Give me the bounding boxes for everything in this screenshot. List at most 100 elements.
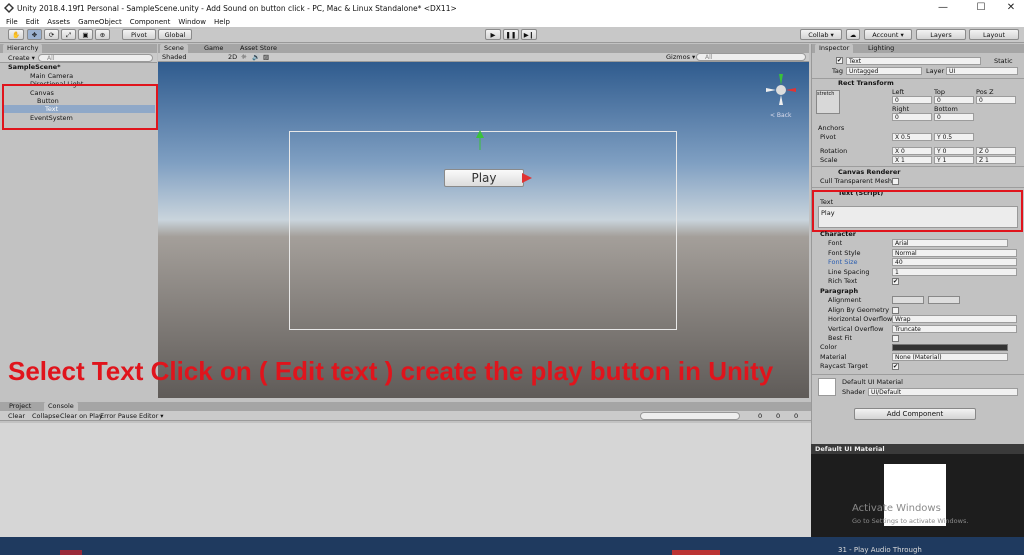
active-checkbox[interactable]: ✔ [836,57,843,64]
collapse-button[interactable]: Collapse [32,412,60,420]
right-field[interactable]: 0 [892,113,932,121]
scale-z-field[interactable]: Z 1 [976,156,1016,164]
taskbar-app-icon[interactable] [60,550,82,555]
scale-tool-icon[interactable]: ⤢ [61,29,76,40]
gizmos-dropdown[interactable]: Gizmos ▾ [666,53,695,61]
horizontal-overflow-dropdown[interactable]: Wrap [892,315,1017,323]
scale-x-field[interactable]: X 1 [892,156,932,164]
pivot-y-field[interactable]: Y 0.5 [934,133,974,141]
color-swatch[interactable] [892,344,1008,351]
static-toggle[interactable]: Static [994,57,1013,65]
font-size-field[interactable]: 40 [892,258,1017,266]
tab-scene[interactable]: Scene [160,44,188,53]
lighting-toggle-icon[interactable]: ☼ [241,53,247,61]
toggle-2d[interactable]: 2D [228,53,237,61]
tab-hierarchy[interactable]: Hierarchy [3,44,43,53]
vertical-overflow-dropdown[interactable]: Truncate [892,325,1017,333]
shader-dropdown[interactable]: UI/Default [868,388,1018,396]
scene-search-input[interactable]: All [696,53,806,61]
scale-y-field[interactable]: Y 1 [934,156,974,164]
step-button[interactable]: ▶❙ [521,29,537,40]
scene-orientation-gizmo-icon[interactable] [764,68,798,108]
layout-dropdown[interactable]: Layout [969,29,1019,40]
pivot-toggle[interactable]: Pivot [122,29,156,40]
best-fit-checkbox[interactable] [892,335,899,342]
posz-field[interactable]: 0 [976,96,1016,104]
scene-back-label[interactable]: < Back [770,112,792,119]
global-toggle[interactable]: Global [158,29,192,40]
audio-toggle-icon[interactable]: 🔊 [252,53,260,61]
pause-button[interactable]: ❚❚ [503,29,519,40]
cull-checkbox[interactable] [892,178,899,185]
menu-edit[interactable]: Edit [26,18,40,26]
account-dropdown[interactable]: Account ▾ [864,29,912,40]
rect-transform-header[interactable]: Rect Transform [838,79,894,88]
hierarchy-item-main-camera[interactable]: Main Camera [30,72,73,80]
minimize-button[interactable]: — [928,0,958,16]
material-field[interactable]: None (Material) [892,353,1008,361]
raycast-target-checkbox[interactable]: ✔ [892,363,899,370]
add-component-button[interactable]: Add Component [854,408,976,420]
maximize-button[interactable]: ☐ [966,0,996,16]
menu-component[interactable]: Component [130,18,171,26]
tab-lighting[interactable]: Lighting [864,44,898,53]
info-count[interactable]: 0 [758,412,762,420]
object-name-field[interactable]: Text [846,57,981,65]
warning-count[interactable]: 0 [776,412,780,420]
transform-tool-icon[interactable]: ⊕ [95,29,110,40]
menu-window[interactable]: Window [178,18,206,26]
hierarchy-search-input[interactable]: All [38,54,153,62]
taskbar-app-icon-2[interactable] [672,550,720,555]
left-field[interactable]: 0 [892,96,932,104]
font-field[interactable]: Arial [892,239,1008,247]
tab-console[interactable]: Console [44,402,78,411]
menu-assets[interactable]: Assets [47,18,70,26]
canvas-renderer-header[interactable]: Canvas Renderer [838,168,900,177]
rich-text-checkbox[interactable]: ✔ [892,278,899,285]
close-button[interactable]: ✕ [996,0,1024,16]
taskbar-item[interactable]: 31 - Play Audio Through [838,546,922,554]
alignment-buttons[interactable] [892,296,924,304]
move-gizmo-x-icon[interactable] [518,173,532,183]
layer-dropdown[interactable]: UI [946,67,1018,75]
tab-inspector[interactable]: Inspector [815,44,854,53]
line-spacing-field[interactable]: 1 [892,268,1017,276]
anchor-preset-icon[interactable]: stretch [816,90,840,114]
menu-file[interactable]: File [6,18,18,26]
vertical-alignment-buttons[interactable] [928,296,960,304]
shading-dropdown[interactable]: Shaded [162,53,224,61]
editor-dropdown[interactable]: Editor ▾ [139,412,164,420]
effects-toggle-icon[interactable]: ▨ [263,53,269,61]
menu-gameobject[interactable]: GameObject [78,18,122,26]
rect-tool-icon[interactable]: ▣ [78,29,93,40]
clear-button[interactable]: Clear [8,412,25,420]
create-dropdown[interactable]: Create ▾ [8,54,35,62]
tab-game[interactable]: Game [200,44,227,53]
rotation-y-field[interactable]: Y 0 [934,147,974,155]
tab-asset-store[interactable]: Asset Store [236,44,281,53]
top-field[interactable]: 0 [934,96,974,104]
pivot-x-field[interactable]: X 0.5 [892,133,932,141]
scene-play-button[interactable]: Play [444,169,524,187]
clear-on-play-button[interactable]: Clear on Play [60,412,103,420]
console-log-area[interactable] [0,423,811,537]
bottom-field[interactable]: 0 [934,113,974,121]
font-style-dropdown[interactable]: Normal [892,249,1017,257]
menu-help[interactable]: Help [214,18,230,26]
rotation-z-field[interactable]: Z 0 [976,147,1016,155]
cloud-icon[interactable]: ☁ [846,29,860,40]
error-pause-button[interactable]: Error Pause [100,412,137,420]
scene-root[interactable]: SampleScene* [8,63,61,71]
console-search-input[interactable] [640,412,740,420]
play-button[interactable]: ▶ [485,29,501,40]
tag-dropdown[interactable]: Untagged [846,67,922,75]
tab-project[interactable]: Project [5,402,35,411]
move-tool-icon[interactable]: ✥ [27,29,42,40]
align-by-geometry-checkbox[interactable] [892,307,899,314]
hand-tool-icon[interactable]: ✋ [8,29,24,40]
collab-dropdown[interactable]: Collab ▾ [800,29,842,40]
error-count[interactable]: 0 [794,412,798,420]
layers-dropdown[interactable]: Layers [916,29,966,40]
move-gizmo-y-icon[interactable] [470,130,490,150]
scene-viewport[interactable]: Play < Back [158,62,809,398]
